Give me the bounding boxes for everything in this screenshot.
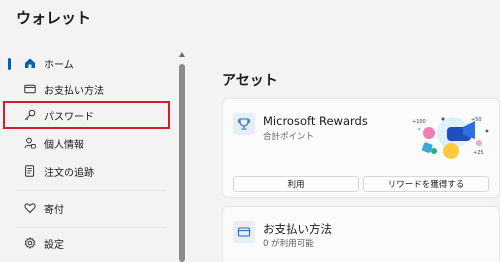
payment-card-subtitle: 0 が利用可能 [263,239,314,249]
scroll-up-arrow[interactable] [179,52,185,57]
rewards-title: Microsoft Rewards [263,114,368,128]
heart-icon [24,202,36,214]
earn-rewards-button[interactable]: リワードを獲得する [363,176,489,192]
sidebar-divider [16,190,166,191]
rewards-card: Microsoft Rewards 合計ポイント +100 +50 +25 利用… [222,98,500,198]
sidebar-item-settings[interactable]: 設定 [4,230,168,256]
sidebar-item-label: 個人情報 [44,139,84,151]
sidebar-scrollbar-thumb[interactable] [179,64,185,262]
sidebar: ホーム お支払い方法 パスワード 個人情報 注文の追跡 寄付 設定 [0,48,176,262]
section-title: アセット [222,73,278,89]
sidebar-item-label: パスワード [44,111,94,123]
key-icon [24,109,36,121]
sidebar-item-password[interactable]: パスワード [3,101,170,129]
sidebar-item-label: 寄付 [44,204,64,216]
payment-methods-card[interactable]: お支払い方法 0 が利用可能 [222,206,500,262]
sidebar-item-home[interactable]: ホーム [4,50,168,76]
sidebar-item-label: ホーム [44,59,74,71]
svg-text:+50: +50 [471,117,482,123]
redeem-button[interactable]: 利用 [233,176,359,192]
sidebar-item-payment[interactable]: お支払い方法 [4,76,168,102]
person-icon [24,137,36,149]
gear-icon [24,237,36,249]
svg-text:+100: +100 [412,119,426,125]
payment-card-title: お支払い方法 [263,222,332,236]
svg-text:+25: +25 [473,150,484,156]
app-title: ウォレット [16,9,92,27]
rewards-illustration: +100 +50 +25 [401,107,493,165]
sidebar-item-label: お支払い方法 [44,85,104,97]
sidebar-item-label: 注文の追跡 [44,167,94,179]
sidebar-item-donate[interactable]: 寄付 [4,195,168,221]
rewards-subtitle: 合計ポイント [263,132,315,142]
sidebar-divider [16,227,166,228]
credit-card-icon [233,221,255,243]
sidebar-item-order-tracking[interactable]: 注文の追跡 [4,158,168,184]
active-indicator [8,58,11,70]
credit-card-icon [24,83,36,95]
sidebar-item-label: 設定 [44,239,64,251]
rewards-trophy-icon [233,113,255,135]
sidebar-item-personal-info[interactable]: 個人情報 [4,130,168,156]
receipt-icon [24,165,36,177]
home-icon [24,57,36,69]
